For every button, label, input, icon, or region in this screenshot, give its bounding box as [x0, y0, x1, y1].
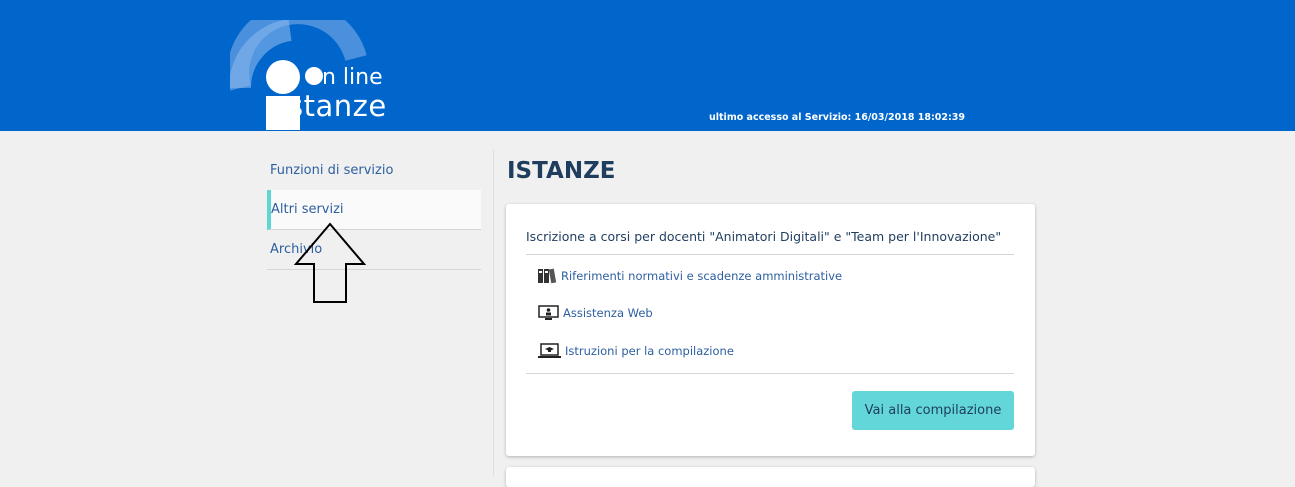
binders-icon — [538, 268, 557, 284]
monitor-user-icon — [538, 305, 559, 320]
link-label: Istruzioni per la compilazione — [565, 344, 734, 358]
service-card: Iscrizione a corsi per docenti "Animator… — [506, 204, 1035, 456]
page-title: ISTANZE — [507, 158, 616, 184]
link-istruzioni-compilazione[interactable]: Istruzioni per la compilazione — [538, 343, 734, 359]
link-label: Assistenza Web — [563, 306, 653, 320]
sidebar-item-label: Altri servizi — [271, 202, 344, 217]
up-arrow-annotation — [294, 222, 366, 303]
vai-alla-compilazione-button[interactable]: Vai alla compilazione — [852, 391, 1014, 430]
card-title: Iscrizione a corsi per docenti "Animator… — [526, 229, 1002, 244]
link-label: Riferimenti normativi e scadenze amminis… — [561, 269, 843, 283]
laptop-graduation-icon — [538, 343, 561, 358]
card-divider — [526, 373, 1014, 374]
last-access-info: ultimo accesso al Servizio: 16/03/2018 1… — [709, 112, 966, 123]
sidebar-item-label: Funzioni di servizio — [270, 162, 394, 178]
sidebar-divider — [493, 150, 494, 476]
sidebar-item-funzioni-di-servizio[interactable]: Funzioni di servizio — [267, 150, 481, 190]
card-divider — [526, 254, 1014, 255]
next-service-card — [506, 467, 1035, 487]
header: n line stanze ultimo accesso al Servizio… — [0, 0, 1295, 131]
link-assistenza-web[interactable]: Assistenza Web — [538, 305, 653, 321]
link-riferimenti-normativi[interactable]: Riferimenti normativi e scadenze amminis… — [538, 268, 842, 284]
logo-text-istanze: stanze — [288, 89, 387, 123]
logo-text-online: n line — [322, 65, 383, 90]
